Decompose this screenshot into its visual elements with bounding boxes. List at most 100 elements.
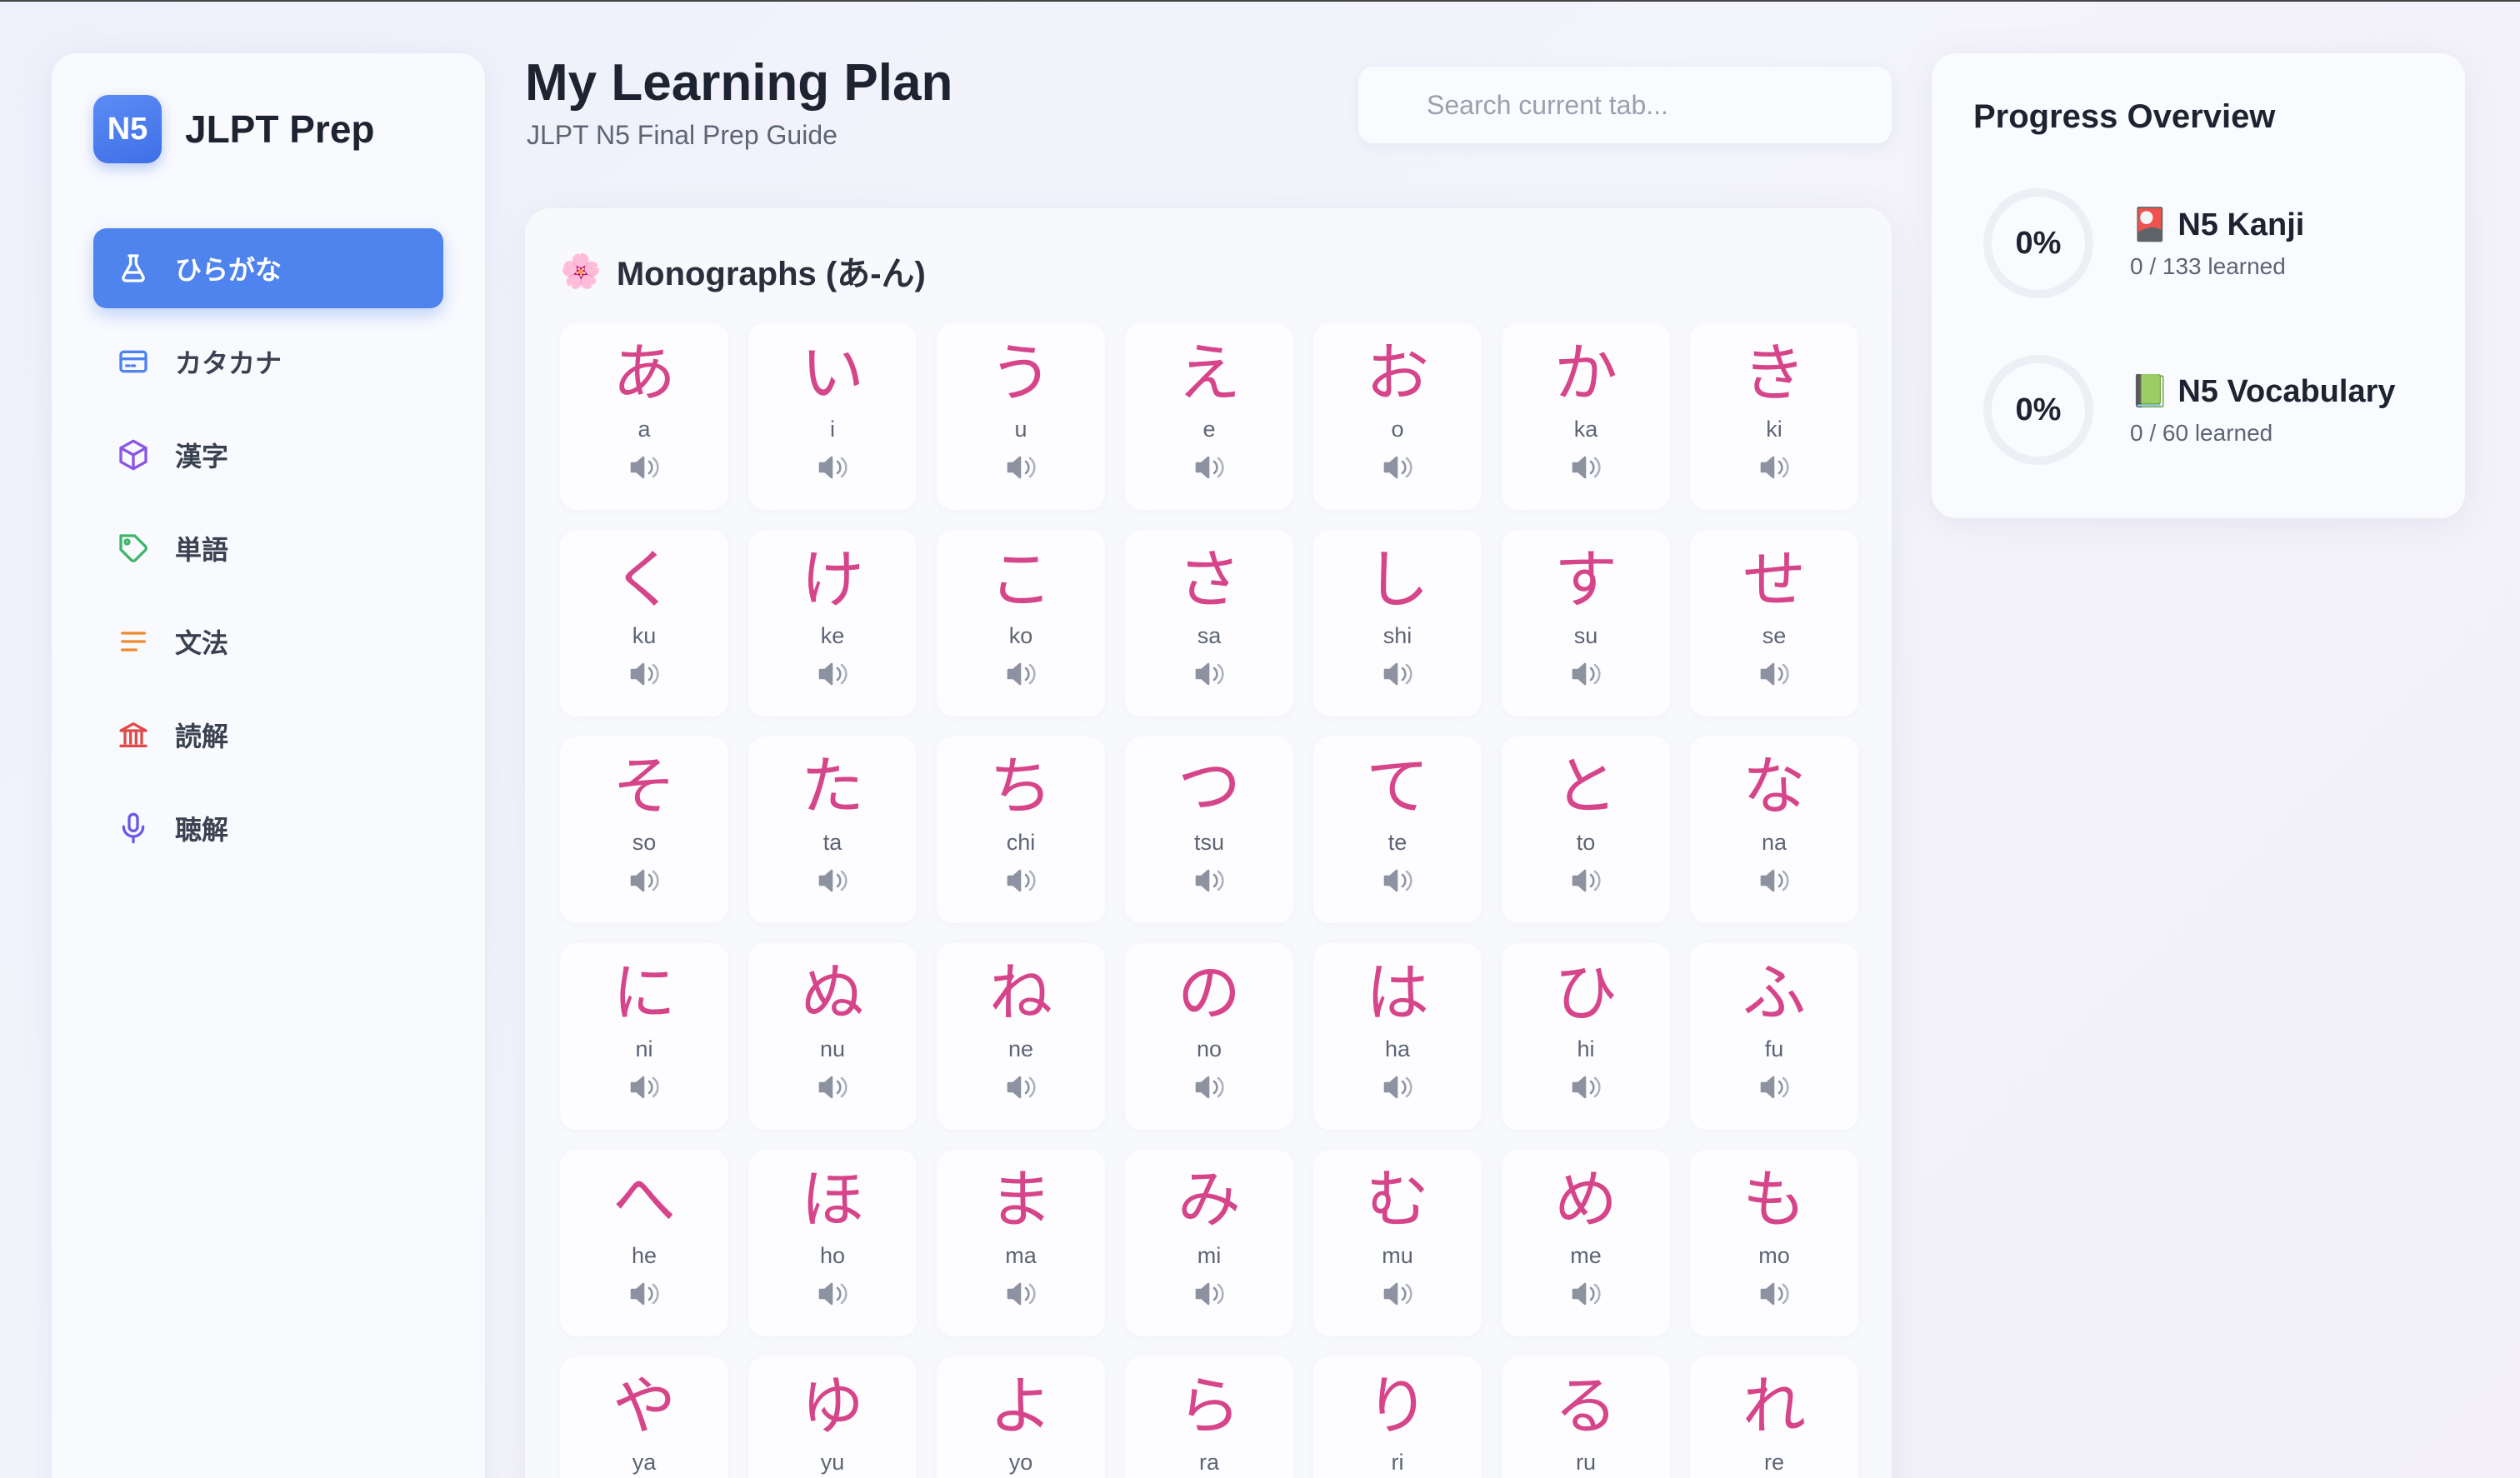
kana-card[interactable]: は ha bbox=[1313, 943, 1482, 1130]
kana-character: た bbox=[801, 749, 864, 823]
kana-card[interactable]: さ sa bbox=[1125, 530, 1293, 717]
sidebar-item-vocabulary[interactable]: 単語 bbox=[93, 508, 443, 588]
kana-card[interactable]: る ru bbox=[1502, 1356, 1670, 1478]
kana-card[interactable]: み mi bbox=[1125, 1150, 1293, 1336]
speaker-icon[interactable] bbox=[1004, 1072, 1038, 1102]
kana-card[interactable]: れ re bbox=[1690, 1356, 1858, 1478]
speaker-icon[interactable] bbox=[1381, 1072, 1414, 1102]
speaker-icon[interactable] bbox=[1381, 1279, 1414, 1309]
kana-card[interactable]: あa bbox=[560, 323, 728, 510]
speaker-icon[interactable] bbox=[1192, 1279, 1226, 1309]
speaker-icon[interactable] bbox=[1004, 1279, 1038, 1309]
sidebar-item-label: カタカナ bbox=[175, 348, 282, 378]
sidebar-item-reading[interactable]: 読解 bbox=[93, 695, 443, 775]
kana-card[interactable]: な na bbox=[1690, 737, 1858, 923]
kana-romaji: se bbox=[1762, 623, 1787, 648]
speaker-icon[interactable] bbox=[1569, 1279, 1602, 1309]
speaker-icon[interactable] bbox=[1758, 452, 1791, 482]
kana-card[interactable]: ふ fu bbox=[1690, 943, 1858, 1130]
kana-card[interactable]: む mu bbox=[1313, 1150, 1482, 1336]
speaker-icon[interactable] bbox=[1381, 659, 1414, 689]
kana-card[interactable]: ね ne bbox=[937, 943, 1105, 1130]
sidebar-item-katakana[interactable]: カタカナ bbox=[93, 322, 443, 402]
kana-card[interactable]: た ta bbox=[748, 737, 917, 923]
kana-card[interactable]: め me bbox=[1502, 1150, 1670, 1336]
kana-card[interactable]: り ri bbox=[1313, 1356, 1482, 1478]
speaker-icon[interactable] bbox=[1569, 452, 1602, 482]
progress-item-vocabulary[interactable]: 0% 📗 N5 Vocabulary 0 / 60 learned bbox=[1983, 355, 2396, 465]
kana-card[interactable]: と to bbox=[1502, 737, 1670, 923]
sidebar-item-kanji[interactable]: 漢字 bbox=[93, 415, 443, 495]
kana-card[interactable]: の no bbox=[1125, 943, 1293, 1130]
speaker-icon[interactable] bbox=[1192, 1072, 1226, 1102]
speaker-icon[interactable] bbox=[1569, 659, 1602, 689]
kana-card[interactable]: け ke bbox=[748, 530, 917, 717]
speaker-icon[interactable] bbox=[1192, 866, 1226, 896]
speaker-icon[interactable] bbox=[1758, 1279, 1791, 1309]
speaker-icon[interactable] bbox=[1569, 866, 1602, 896]
kana-card[interactable]: うu bbox=[937, 323, 1105, 510]
kana-romaji: su bbox=[1573, 623, 1598, 648]
kana-card[interactable]: おo bbox=[1313, 323, 1482, 510]
speaker-icon[interactable] bbox=[816, 1279, 849, 1309]
kana-card[interactable]: こ ko bbox=[937, 530, 1105, 717]
bank-icon bbox=[115, 717, 152, 753]
progress-item-kanji[interactable]: 0% 🎴 N5 Kanji 0 / 133 learned bbox=[1983, 188, 2304, 298]
kana-card[interactable]: や ya bbox=[560, 1356, 728, 1478]
speaker-icon[interactable] bbox=[816, 659, 849, 689]
speaker-icon[interactable] bbox=[1004, 866, 1038, 896]
speaker-icon[interactable] bbox=[1004, 452, 1038, 482]
speaker-icon[interactable] bbox=[1758, 1072, 1791, 1102]
sidebar-item-hiragana[interactable]: ひらがな bbox=[93, 228, 443, 308]
kana-card[interactable]: いi bbox=[748, 323, 917, 510]
card-icon bbox=[115, 343, 152, 380]
kana-character: の bbox=[1178, 956, 1241, 1030]
kana-card[interactable]: も mo bbox=[1690, 1150, 1858, 1336]
search-input[interactable] bbox=[1358, 67, 1892, 143]
sidebar-item-listening[interactable]: 聴解 bbox=[93, 788, 443, 868]
kana-card[interactable]: て te bbox=[1313, 737, 1482, 923]
kana-card[interactable]: えe bbox=[1125, 323, 1293, 510]
kana-card[interactable]: ち chi bbox=[937, 737, 1105, 923]
speaker-icon[interactable] bbox=[1758, 659, 1791, 689]
speaker-icon[interactable] bbox=[628, 659, 661, 689]
sidebar-item-label: 単語 bbox=[175, 535, 229, 565]
kana-card[interactable]: ほ ho bbox=[748, 1150, 917, 1336]
kana-card[interactable]: き ki bbox=[1690, 323, 1858, 510]
speaker-icon[interactable] bbox=[816, 866, 849, 896]
kana-romaji: fu bbox=[1764, 1036, 1784, 1061]
speaker-icon[interactable] bbox=[628, 1279, 661, 1309]
kana-character: ゆ bbox=[801, 1369, 864, 1443]
speaker-icon[interactable] bbox=[1381, 866, 1414, 896]
kana-card[interactable]: ら ra bbox=[1125, 1356, 1293, 1478]
sidebar-item-grammar[interactable]: 文法 bbox=[93, 602, 443, 682]
kana-romaji: ha bbox=[1384, 1036, 1411, 1061]
kana-card[interactable]: す su bbox=[1502, 530, 1670, 717]
kana-card[interactable]: ゆ yu bbox=[748, 1356, 917, 1478]
speaker-icon[interactable] bbox=[628, 866, 661, 896]
speaker-icon[interactable] bbox=[1192, 452, 1226, 482]
brand[interactable]: N5 JLPT Prep bbox=[93, 95, 375, 163]
kana-card[interactable]: よ yo bbox=[937, 1356, 1105, 1478]
speaker-icon[interactable] bbox=[1758, 866, 1791, 896]
kana-card[interactable]: に ni bbox=[560, 943, 728, 1130]
speaker-icon[interactable] bbox=[1004, 659, 1038, 689]
kana-card[interactable]: ま ma bbox=[937, 1150, 1105, 1336]
kana-card[interactable]: く ku bbox=[560, 530, 728, 717]
speaker-icon[interactable] bbox=[1569, 1072, 1602, 1102]
kana-card[interactable]: そ so bbox=[560, 737, 728, 923]
speaker-icon[interactable] bbox=[1381, 452, 1414, 482]
speaker-icon[interactable] bbox=[628, 452, 661, 482]
kana-character: も bbox=[1742, 1162, 1806, 1236]
kana-card[interactable]: つ tsu bbox=[1125, 737, 1293, 923]
speaker-icon[interactable] bbox=[1192, 659, 1226, 689]
kana-card[interactable]: ひ hi bbox=[1502, 943, 1670, 1130]
kana-card[interactable]: せ se bbox=[1690, 530, 1858, 717]
speaker-icon[interactable] bbox=[816, 1072, 849, 1102]
kana-card[interactable]: ぬ nu bbox=[748, 943, 917, 1130]
speaker-icon[interactable] bbox=[628, 1072, 661, 1102]
kana-card[interactable]: か ka bbox=[1502, 323, 1670, 510]
kana-card[interactable]: へ he bbox=[560, 1150, 728, 1336]
kana-card[interactable]: し shi bbox=[1313, 530, 1482, 717]
speaker-icon[interactable] bbox=[816, 452, 849, 482]
